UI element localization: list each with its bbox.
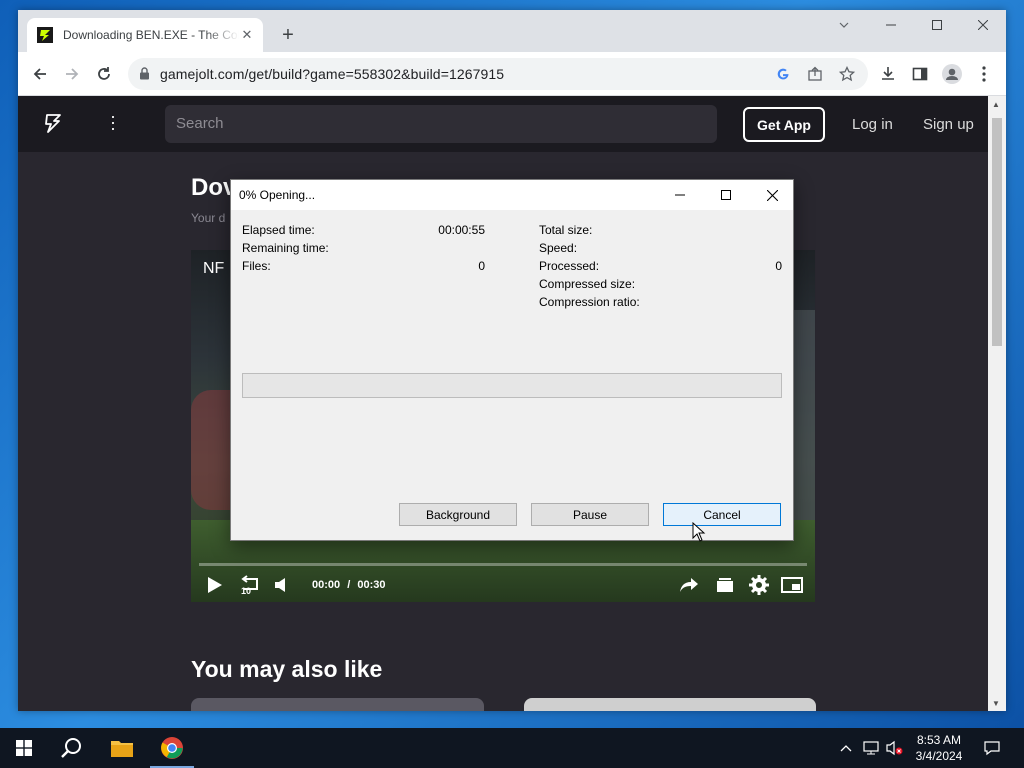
downloads-icon[interactable] bbox=[874, 60, 902, 88]
network-icon[interactable] bbox=[860, 728, 882, 768]
url-text: gamejolt.com/get/build?game=558302&build… bbox=[160, 66, 505, 82]
files-label: Files: bbox=[242, 259, 271, 273]
share-video-icon[interactable] bbox=[677, 574, 701, 596]
maximize-icon[interactable] bbox=[914, 10, 960, 40]
system-clock[interactable]: 8:53 AM 3/4/2024 bbox=[904, 732, 974, 764]
gamejolt-logo-icon[interactable] bbox=[44, 113, 62, 138]
dialog-close-icon[interactable] bbox=[749, 180, 795, 210]
clock-date: 3/4/2024 bbox=[915, 749, 963, 763]
side-panel-icon[interactable] bbox=[906, 60, 934, 88]
site-search-input[interactable]: Search bbox=[165, 105, 717, 143]
extraction-progress-dialog: 0% Opening... Elapsed time: Remaining ti… bbox=[230, 179, 794, 541]
scrollbar-thumb[interactable] bbox=[992, 118, 1002, 346]
get-app-button[interactable]: Get App bbox=[743, 107, 825, 142]
dialog-minimize-icon[interactable] bbox=[657, 180, 703, 210]
mouse-cursor-icon bbox=[692, 522, 706, 542]
dialog-maximize-icon[interactable] bbox=[703, 180, 749, 210]
video-time-separator: / bbox=[347, 579, 351, 591]
video-time-total: 00:30 bbox=[357, 579, 386, 591]
chrome-taskbar-icon[interactable] bbox=[148, 728, 196, 768]
log-in-link[interactable]: Log in bbox=[852, 116, 893, 133]
show-hidden-icons-chevron-icon[interactable] bbox=[836, 728, 856, 768]
gamejolt-favicon-icon bbox=[37, 27, 53, 43]
video-overlay-text: NF bbox=[203, 260, 225, 277]
file-explorer-icon[interactable] bbox=[98, 728, 146, 768]
rewind-seconds-label: 10 bbox=[241, 586, 252, 596]
dialog-title-bar[interactable]: 0% Opening... bbox=[231, 180, 793, 210]
elapsed-time-label: Elapsed time: bbox=[242, 223, 315, 237]
clock-time: 8:53 AM bbox=[916, 733, 962, 747]
settings-gear-icon[interactable] bbox=[747, 574, 771, 596]
site-header: · · · Search Get App Log in Sign up bbox=[18, 96, 988, 152]
recommended-game-card[interactable] bbox=[524, 698, 816, 711]
total-size-label: Total size: bbox=[539, 223, 593, 237]
google-icon[interactable] bbox=[773, 64, 793, 84]
processed-label: Processed: bbox=[539, 259, 600, 273]
page-subtitle: Your d bbox=[191, 211, 226, 225]
files-value: 0 bbox=[478, 259, 485, 273]
processed-value: 0 bbox=[775, 259, 782, 273]
address-bar[interactable]: gamejolt.com/get/build?game=558302&build… bbox=[128, 58, 868, 90]
video-progress-bar[interactable] bbox=[199, 563, 807, 566]
background-button[interactable]: Background bbox=[399, 503, 517, 526]
minimize-icon[interactable] bbox=[868, 10, 914, 40]
bookmark-star-icon[interactable] bbox=[837, 64, 857, 84]
tab-title: Downloading BEN.EXE - The Coll bbox=[63, 28, 239, 42]
video-time-current: 00:00 bbox=[312, 579, 341, 591]
extraction-progress-bar bbox=[242, 373, 782, 398]
search-icon[interactable] bbox=[48, 728, 96, 768]
scroll-down-icon[interactable]: ▼ bbox=[992, 699, 1000, 708]
forward-icon[interactable] bbox=[58, 60, 86, 88]
scroll-up-icon[interactable]: ▲ bbox=[992, 100, 1000, 109]
compressed-size-label: Compressed size: bbox=[539, 277, 636, 291]
recommended-game-card[interactable] bbox=[191, 698, 484, 711]
tab-active[interactable]: Downloading BEN.EXE - The Coll ✕ bbox=[27, 18, 263, 52]
tab-close-icon[interactable]: ✕ bbox=[239, 27, 255, 43]
remaining-time-label: Remaining time: bbox=[242, 241, 329, 255]
play-icon[interactable] bbox=[203, 574, 227, 596]
video-time: 00:00 / 00:30 bbox=[312, 579, 385, 591]
site-menu-icon[interactable]: · · · bbox=[108, 107, 118, 137]
reload-icon[interactable] bbox=[90, 60, 118, 88]
back-icon[interactable] bbox=[26, 60, 54, 88]
speed-label: Speed: bbox=[539, 241, 578, 255]
menu-kebab-icon[interactable] bbox=[970, 60, 998, 88]
lock-icon[interactable] bbox=[139, 67, 150, 85]
new-tab-icon[interactable]: + bbox=[277, 24, 299, 46]
dialog-title: 0% Opening... bbox=[239, 188, 316, 202]
sign-up-link[interactable]: Sign up bbox=[923, 116, 974, 133]
compression-ratio-label: Compression ratio: bbox=[539, 295, 640, 309]
tab-strip: Downloading BEN.EXE - The Coll ✕ + bbox=[18, 10, 1006, 52]
watch-later-icon[interactable] bbox=[713, 574, 737, 596]
page-scrollbar[interactable]: ▲ ▼ bbox=[988, 96, 1006, 711]
volume-muted-icon[interactable] bbox=[884, 728, 906, 768]
taskbar: 8:53 AM 3/4/2024 bbox=[0, 728, 1024, 768]
tab-search-icon[interactable] bbox=[821, 10, 867, 40]
start-windows-icon[interactable] bbox=[0, 728, 48, 768]
share-icon[interactable] bbox=[805, 64, 825, 84]
close-window-icon[interactable] bbox=[960, 10, 1006, 40]
cancel-button[interactable]: Cancel bbox=[663, 503, 781, 526]
miniplayer-icon[interactable] bbox=[779, 574, 805, 596]
elapsed-time-value: 00:00:55 bbox=[438, 223, 485, 237]
section-heading-also-like: You may also like bbox=[191, 656, 383, 682]
profile-avatar-icon[interactable] bbox=[938, 60, 966, 88]
notifications-icon[interactable] bbox=[978, 728, 1006, 768]
pause-button[interactable]: Pause bbox=[531, 503, 649, 526]
volume-icon[interactable] bbox=[271, 574, 291, 596]
browser-toolbar: gamejolt.com/get/build?game=558302&build… bbox=[18, 52, 1006, 96]
